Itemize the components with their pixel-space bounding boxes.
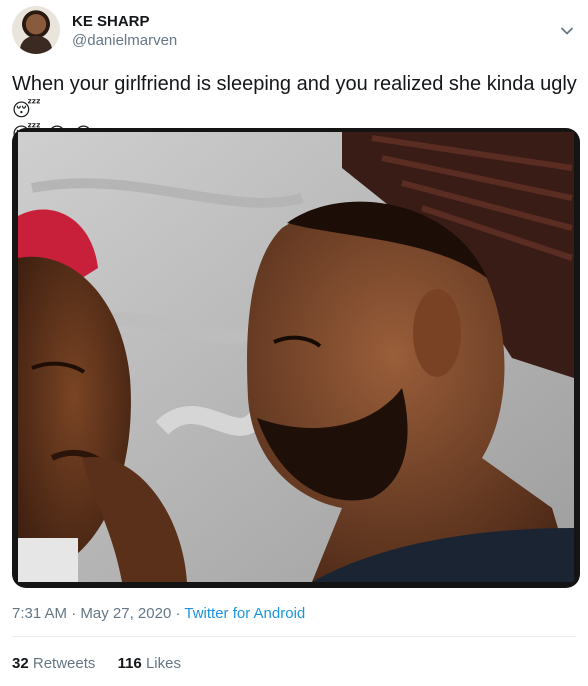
avatar-body	[20, 36, 52, 54]
tweet-body: When your girlfriend is sleeping and you…	[12, 73, 577, 95]
retweets-stat[interactable]: 32 Retweets	[12, 655, 95, 672]
likes-label: Likes	[145, 655, 181, 672]
meta-separator: ·	[171, 605, 185, 622]
tweet-source[interactable]: Twitter for Android	[184, 605, 305, 622]
tweet-time[interactable]: 7:31 AM	[12, 605, 67, 622]
retweets-label: Retweets	[32, 655, 96, 672]
chevron-down-icon[interactable]	[560, 24, 574, 38]
photo-illustration	[18, 132, 574, 582]
retweets-count: 32	[12, 655, 29, 672]
tweet-photo[interactable]	[12, 128, 580, 588]
sleeping-face-icon: 😴	[12, 100, 41, 120]
divider	[12, 636, 576, 637]
avatar[interactable]	[12, 6, 60, 54]
display-name[interactable]: KE SHARP	[72, 12, 177, 31]
tweet-header: KE SHARP @danielmarven	[12, 6, 578, 56]
user-handle[interactable]: @danielmarven	[72, 31, 177, 51]
user-names: KE SHARP @danielmarven	[72, 12, 177, 51]
tweet-stats: 32 Retweets 116 Likes	[12, 654, 199, 674]
tweet-meta: 7:31 AM · May 27, 2020 · Twitter for And…	[12, 604, 305, 624]
likes-count: 116	[117, 655, 142, 672]
tweet-date[interactable]: May 27, 2020	[80, 605, 171, 622]
likes-stat[interactable]: 116 Likes	[118, 655, 181, 672]
meta-separator: ·	[67, 605, 81, 622]
